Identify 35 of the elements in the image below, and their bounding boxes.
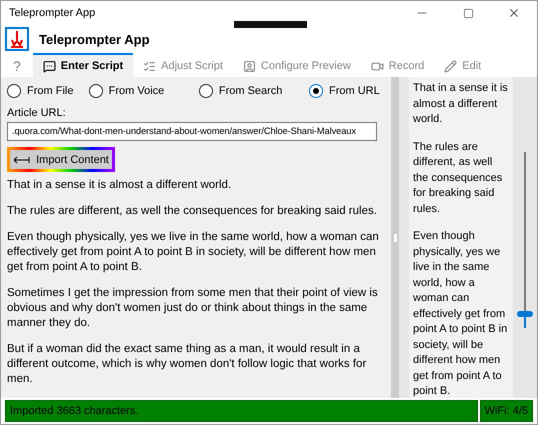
url-field[interactable]: .quora.com/What-dont-men-understand-about-women/answer/Chloe-Shani-Malveaux (7, 122, 377, 142)
window-title: Teleprompter App (9, 7, 96, 19)
tab[interactable]: Enter Script (32, 53, 134, 77)
list-icon (143, 60, 156, 72)
radio-label: From File (27, 84, 74, 97)
script-paragraph: Even though physically, yes we live in the same world, how a woman can effectively get from point A to point B in society, will be different how men get from point A to point B. (7, 230, 380, 275)
field-label: Article URL: (7, 106, 67, 119)
speed-slider[interactable] (517, 152, 533, 328)
arrow-left-icon (13, 156, 32, 164)
script-paragraph: The rules are different, as well the consequences for breaking said rules. (7, 204, 378, 219)
script-paragraph: That in a sense it is almost a different world. (7, 178, 232, 193)
import-button[interactable]: Import Content (7, 147, 115, 172)
preview-paragraph: Even though physically, yes we live in the same world, how a woman can effectively get from point A to point B in society, will be different how men get from point A to point B. (413, 229, 508, 398)
script-paragraph: Sometimes I get the impression from some men that their point of view is obvious and why don't women just do or think about things in the same manner they do. (7, 286, 379, 331)
wifi-status: WiFi: 4/5 (480, 400, 533, 422)
radio-button[interactable] (88, 84, 103, 98)
chat-icon (42, 60, 56, 72)
script-paragraph: But if a woman did the exact same thing as a man, it would result in a different outcome, which is why women don't follow logic that works for men. (7, 342, 368, 387)
maximize-icon[interactable] (462, 8, 474, 18)
slider-thumb[interactable] (517, 310, 533, 317)
app-logo-icon (5, 27, 29, 51)
portrait-icon (242, 60, 256, 72)
preview-paragraph: The rules are different, as well the consequences for breaking said rules. (413, 140, 504, 216)
drag-handle[interactable] (234, 21, 307, 28)
radio-button[interactable] (198, 84, 213, 98)
pencil-icon (444, 60, 458, 72)
radio-label: From URL (329, 84, 380, 97)
status-message: Imported 3663 characters. (5, 400, 478, 422)
radio-label: From Voice (108, 84, 164, 97)
app-title: Teleprompter App (39, 32, 150, 46)
radio-label: From Search (218, 84, 282, 97)
preview-paragraph: That in a sense it is almost a different world. (413, 81, 509, 127)
camera-icon (370, 60, 384, 72)
radio-button[interactable] (7, 84, 21, 98)
radio-button[interactable] (309, 84, 324, 98)
